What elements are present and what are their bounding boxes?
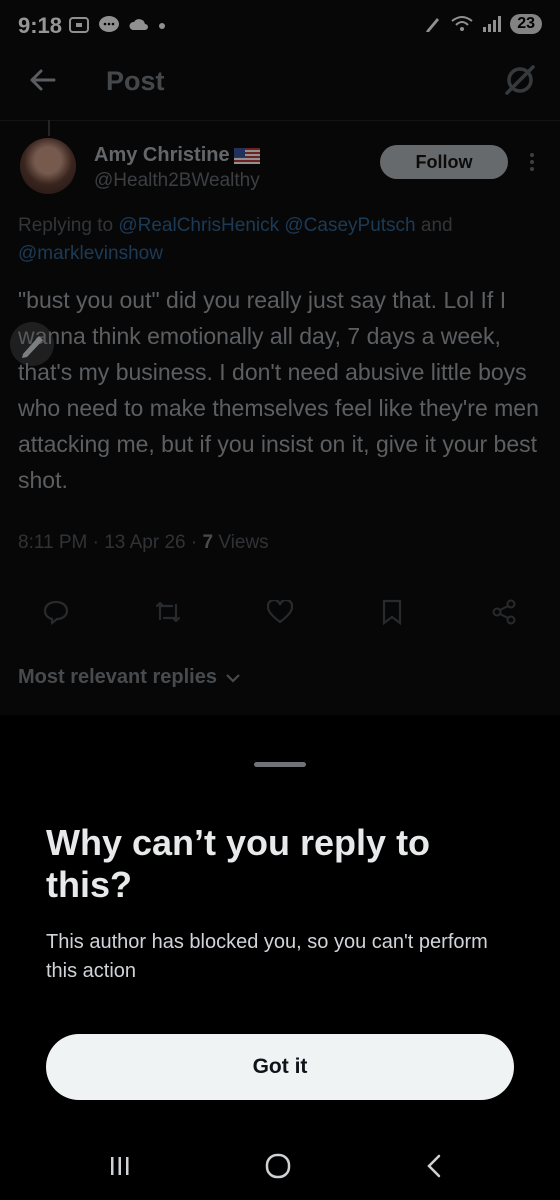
mention-link-last[interactable]: @marklevinshow [18,243,163,264]
reply-icon [43,600,69,625]
avatar[interactable] [20,138,76,194]
us-flag-icon [233,147,260,164]
reply-button[interactable] [36,592,76,632]
grok-icon[interactable] [502,62,538,98]
repost-icon [155,601,181,623]
notification-icons [68,15,166,35]
bookmark-button[interactable] [372,592,412,632]
status-time: 9:18 [18,13,63,38]
share-button[interactable] [484,592,524,632]
post-meta: 8:11 PM · 13 Apr 26 · 7 Views [18,532,269,554]
home-button[interactable] [258,1150,298,1182]
recents-icon [111,1157,129,1175]
author-handle[interactable]: @Health2BWealthy [94,170,260,192]
more-options-icon[interactable] [524,150,540,178]
like-button[interactable] [260,592,300,632]
replying-and: and [415,215,453,236]
home-icon [265,1153,291,1179]
got-it-button[interactable]: Got it [46,1034,514,1100]
dot-icon [159,23,165,29]
replies-sort-dropdown[interactable]: Most relevant replies [18,666,241,689]
blocked-reply-sheet: Why can’t you reply to this? This author… [0,716,560,1136]
views-label: Views [213,532,269,553]
sheet-message: This author has blocked you, so you can'… [46,931,488,982]
system-icons: 23 [424,14,542,34]
recent-apps-button[interactable] [100,1150,140,1182]
top-app-bar: Post [0,52,560,112]
sheet-drag-handle[interactable] [254,762,306,767]
chevron-down-icon [226,673,240,683]
header-divider [0,120,560,121]
chat-bubble-icon [99,16,119,32]
back-chevron-icon [427,1154,441,1178]
post-timestamp: 8:11 PM · 13 Apr 26 · [18,532,203,553]
share-icon [492,599,516,625]
cloud-icon [129,19,148,30]
pen-icon [426,18,440,32]
sheet-title: Why can’t you reply to this? [46,822,431,905]
views-count: 7 [202,532,214,553]
status-bar: 9:18 23 [0,0,560,52]
screenshot-icon [69,17,89,33]
replies-sort-label: Most relevant replies [18,666,217,688]
repost-button[interactable] [148,592,188,632]
signal-icon [483,16,502,32]
action-bar [0,592,560,632]
page-title: Post [106,66,165,96]
replying-prefix: Replying to [18,215,119,236]
heart-icon [267,600,293,624]
system-nav-bar [0,1136,560,1200]
battery-indicator: 23 [510,14,542,34]
wifi-icon [451,16,473,31]
pencil-icon [22,336,43,358]
author-name-text: Amy Christine [94,144,230,166]
floating-edit-button[interactable] [10,322,54,366]
author-name[interactable]: Amy Christine [94,144,260,167]
mention-links[interactable]: @RealChrisHenick @CaseyPutsch [118,215,415,236]
back-arrow-icon[interactable] [24,62,60,98]
follow-button[interactable]: Follow [380,145,508,179]
back-button[interactable] [414,1150,454,1182]
replying-to: Replying to @RealChrisHenick @CaseyPutsc… [18,212,538,268]
thread-line [48,120,50,136]
post-text: "bust you out" did you really just say t… [18,287,539,493]
bookmark-icon [382,599,402,625]
